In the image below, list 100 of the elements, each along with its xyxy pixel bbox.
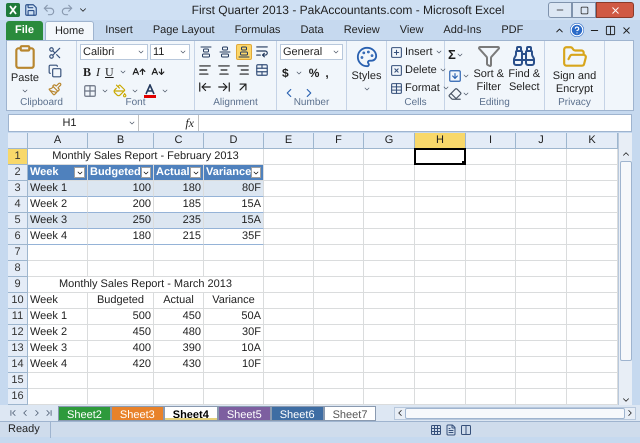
ribbon-tab[interactable]: PDF xyxy=(492,21,532,40)
sheet-tab[interactable]: Sheet2 xyxy=(58,406,111,420)
decrease-indent-icon[interactable] xyxy=(198,80,212,94)
row-header[interactable]: 5 xyxy=(8,213,28,229)
ribbon-tab[interactable]: Data xyxy=(291,21,333,40)
font-size-field[interactable]: 11 xyxy=(150,44,190,60)
ribbon-tab[interactable]: View xyxy=(390,21,432,40)
filter-button[interactable] xyxy=(190,167,201,178)
vertical-align-button[interactable] xyxy=(198,44,214,60)
column-header[interactable]: D xyxy=(204,133,264,149)
page-layout-view-icon[interactable] xyxy=(445,424,457,436)
autosum-button[interactable]: Σ xyxy=(448,45,456,64)
name-box[interactable]: H1 xyxy=(9,115,139,131)
copy-icon[interactable] xyxy=(48,64,62,78)
sheet-tab[interactable]: Sheet7 xyxy=(324,406,376,420)
first-sheet-icon[interactable] xyxy=(8,408,18,418)
align-center-icon[interactable] xyxy=(217,63,231,77)
column-header[interactable]: E xyxy=(264,133,314,149)
row-header[interactable]: 8 xyxy=(8,261,28,277)
ribbon-tab[interactable]: Page Layout xyxy=(144,21,224,40)
eraser-icon[interactable] xyxy=(448,86,462,100)
merge-cells-icon[interactable] xyxy=(255,63,269,77)
column-header[interactable]: I xyxy=(466,133,516,149)
paste-button[interactable]: Paste xyxy=(10,44,40,94)
sheet-tab[interactable]: Sheet6 xyxy=(270,406,324,420)
cells-button[interactable]: Insert xyxy=(390,44,450,60)
select-all-button[interactable] xyxy=(8,133,28,149)
row-header[interactable]: 2 xyxy=(8,165,28,181)
column-header[interactable]: J xyxy=(516,133,567,149)
ribbon-tab[interactable]: Add-Ins xyxy=(434,21,490,40)
column-header[interactable]: K xyxy=(567,133,618,149)
number-format-field[interactable]: General xyxy=(280,44,343,60)
filter-button[interactable] xyxy=(251,167,262,178)
paint-bucket-icon[interactable] xyxy=(113,84,127,98)
ribbon-tab[interactable]: Home xyxy=(44,21,94,40)
row-header[interactable]: 1 xyxy=(8,149,28,165)
row-header[interactable]: 3 xyxy=(8,181,28,197)
sheet-tab[interactable]: Sheet5 xyxy=(218,406,271,420)
comma-button[interactable]: , xyxy=(325,64,329,82)
horizontal-scroll-thumb[interactable] xyxy=(405,408,626,418)
column-header[interactable]: G xyxy=(364,133,415,149)
column-header[interactable]: C xyxy=(154,133,204,149)
row-header[interactable]: 7 xyxy=(8,245,28,261)
ribbon-tab[interactable]: Review xyxy=(334,21,389,40)
align-left-icon[interactable] xyxy=(198,63,212,77)
row-header[interactable]: 9 xyxy=(8,277,28,293)
maximize-button[interactable] xyxy=(572,2,596,18)
column-header[interactable]: F xyxy=(314,133,364,149)
row-header[interactable]: 13 xyxy=(8,341,28,357)
restore-icon[interactable] xyxy=(605,24,616,36)
column-header[interactable]: A xyxy=(28,133,88,149)
normal-view-icon[interactable] xyxy=(430,424,442,436)
scroll-thumb[interactable] xyxy=(620,161,632,361)
sign-encrypt-button[interactable]: Sign and Encrypt xyxy=(548,44,601,96)
row-header[interactable]: 10 xyxy=(8,293,28,309)
bold-button[interactable]: B xyxy=(83,63,92,81)
close-button[interactable] xyxy=(596,2,634,18)
ribbon-tab[interactable]: File xyxy=(6,21,43,40)
find-select-button[interactable]: Find & Select xyxy=(508,44,541,94)
ribbon-tab[interactable]: Insert xyxy=(96,21,142,40)
styles-button[interactable]: Styles xyxy=(350,44,383,92)
row-header[interactable]: 12 xyxy=(8,325,28,341)
font-name-field[interactable]: Calibri xyxy=(80,44,148,60)
help-icon[interactable] xyxy=(570,23,584,37)
cells-button[interactable]: Delete xyxy=(390,62,450,78)
filter-button[interactable] xyxy=(74,167,85,178)
last-sheet-icon[interactable] xyxy=(44,408,54,418)
close-icon[interactable] xyxy=(621,24,632,36)
row-header[interactable]: 4 xyxy=(8,197,28,213)
ribbon-tab[interactable]: Formulas xyxy=(226,21,290,40)
column-header[interactable]: H xyxy=(415,133,466,149)
align-right-icon[interactable] xyxy=(236,63,250,77)
page-break-view-icon[interactable] xyxy=(460,424,472,436)
spreadsheet-logo-icon[interactable] xyxy=(6,3,20,17)
wrap-text-icon[interactable] xyxy=(255,44,269,58)
filter-button[interactable] xyxy=(140,167,151,178)
insert-function-button[interactable]: fx xyxy=(185,114,194,132)
row-header[interactable]: 16 xyxy=(8,389,28,405)
row-header[interactable]: 11 xyxy=(8,309,28,325)
underline-button[interactable]: U xyxy=(105,63,114,81)
row-header[interactable]: 6 xyxy=(8,229,28,245)
sheet-tab[interactable]: Sheet4 xyxy=(164,406,218,420)
vertical-scrollbar[interactable] xyxy=(618,133,632,405)
vertical-align-button[interactable] xyxy=(236,44,252,60)
save-icon[interactable] xyxy=(24,3,38,17)
cells-button[interactable]: Format xyxy=(390,80,450,96)
horizontal-scrollbar[interactable] xyxy=(394,406,636,420)
font-color-icon[interactable] xyxy=(143,84,157,98)
fill-icon[interactable] xyxy=(448,68,462,82)
row-header[interactable]: 15 xyxy=(8,373,28,389)
italic-button[interactable]: I xyxy=(96,63,100,81)
currency-button[interactable]: $ xyxy=(282,64,289,82)
row-header[interactable]: 14 xyxy=(8,357,28,373)
column-header[interactable]: B xyxy=(88,133,154,149)
percent-button[interactable]: % xyxy=(308,64,320,82)
vertical-align-button[interactable] xyxy=(217,44,233,60)
scissors-icon[interactable] xyxy=(48,46,62,60)
increase-indent-icon[interactable] xyxy=(217,80,231,94)
borders-icon[interactable] xyxy=(83,84,97,98)
sort-filter-button[interactable]: Sort & Filter xyxy=(472,44,506,94)
